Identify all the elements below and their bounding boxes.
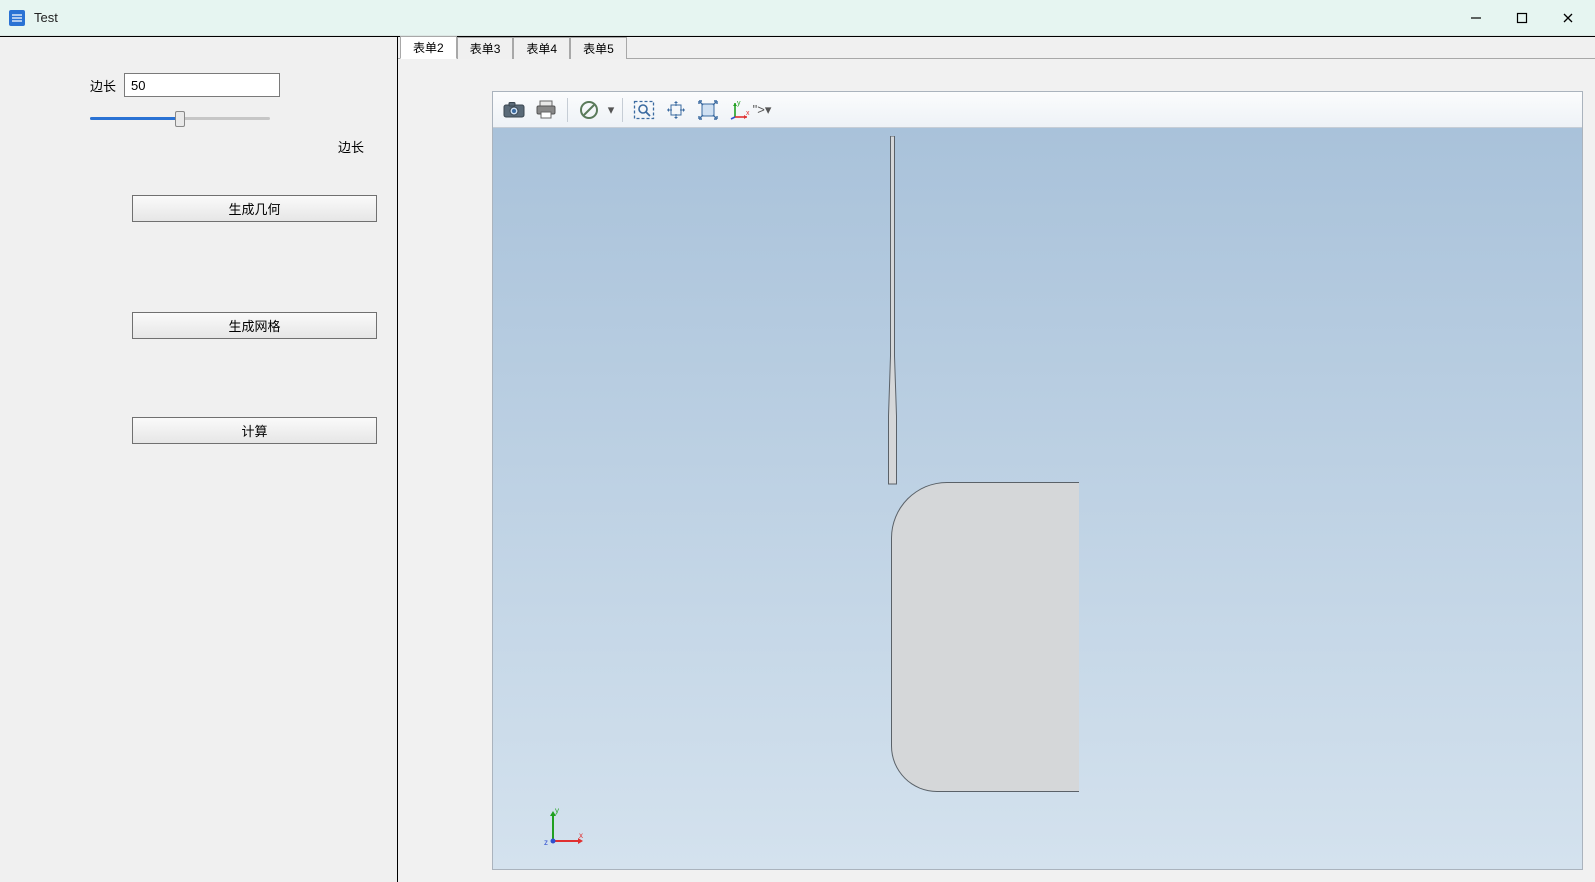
zoom-extents-icon[interactable] [693, 96, 723, 124]
triad-z-label: z [544, 838, 548, 847]
geometry-pin [887, 136, 898, 488]
close-button[interactable] [1545, 3, 1591, 33]
coordinate-triad: y x z [541, 805, 587, 851]
sidebar: 边长 边长 生成几何 生成网格 计算 [0, 37, 398, 882]
axis-orientation-icon[interactable]: y x [725, 96, 755, 124]
toolbar-separator [622, 98, 623, 122]
tab-form3[interactable]: 表单3 [457, 37, 514, 59]
edge-length-slider[interactable] [90, 111, 270, 127]
dropdown-arrow-icon[interactable]: ▾ [606, 102, 616, 118]
tab-form5[interactable]: 表单5 [570, 37, 627, 59]
pan-icon[interactable] [661, 96, 691, 124]
generate-geometry-button[interactable]: 生成几何 [132, 195, 377, 222]
generate-mesh-button[interactable]: 生成网格 [132, 312, 377, 339]
print-icon[interactable] [531, 96, 561, 124]
edge-length-label: 边长 [90, 76, 116, 95]
dropdown-arrow-icon: ">▾ [757, 102, 767, 118]
svg-text:x: x [746, 110, 750, 117]
geometry-block [891, 482, 1079, 792]
tab-form4[interactable]: 表单4 [513, 37, 570, 59]
tab-form2[interactable]: 表单2 [400, 36, 457, 59]
app-icon [8, 9, 26, 27]
edge-length-field-row: 边长 [90, 73, 377, 97]
edge-length-label-right: 边长 [338, 137, 364, 156]
graphics-canvas[interactable]: y x z [493, 128, 1582, 869]
graphics-viewer: ▾ [492, 91, 1583, 870]
zoom-area-icon[interactable] [629, 96, 659, 124]
viewer-toolbar: ▾ [493, 92, 1582, 128]
minimize-button[interactable] [1453, 3, 1499, 33]
title-bar: Test [0, 0, 1595, 36]
tab-body: ▾ [398, 59, 1595, 882]
tab-bar: 表单2表单3表单4表单5 [398, 37, 1595, 59]
toolbar-separator [567, 98, 568, 122]
snapshot-icon[interactable] [499, 96, 529, 124]
maximize-button[interactable] [1499, 3, 1545, 33]
edge-length-input[interactable] [124, 73, 280, 97]
triad-x-label: x [579, 831, 583, 840]
compute-button[interactable]: 计算 [132, 417, 377, 444]
content-area: 表单2表单3表单4表单5 [398, 37, 1595, 882]
no-entry-icon[interactable] [574, 96, 604, 124]
triad-y-label: y [555, 806, 559, 815]
svg-text:y: y [737, 100, 741, 107]
window-title: Test [34, 10, 58, 25]
